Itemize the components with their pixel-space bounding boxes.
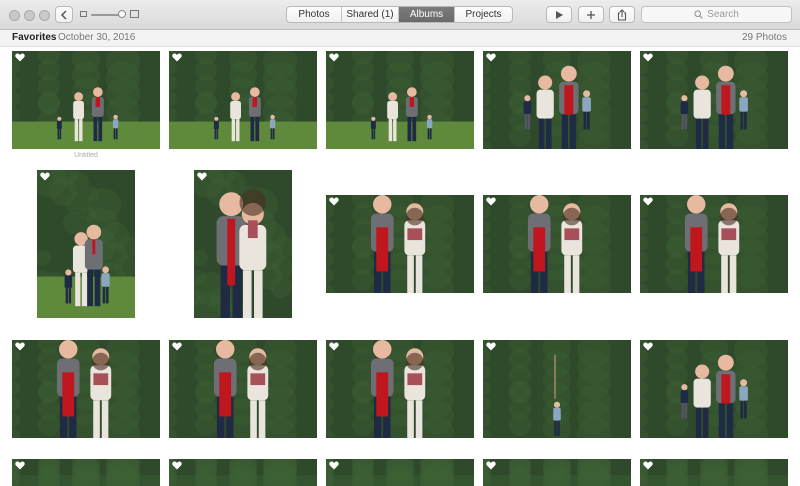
minimize-window-button[interactable] [24,10,35,21]
album-header: Favorites October 30, 2016 29 Photos [0,30,800,47]
heart-icon[interactable] [15,342,25,351]
photo-thumbnail[interactable] [194,170,292,318]
photo-thumbnail[interactable] [326,51,474,149]
search-icon [694,10,703,19]
heart-icon[interactable] [172,461,182,470]
album-title: Favorites [12,32,57,43]
photo-thumbnail[interactable] [12,459,160,486]
small-thumbnail-icon [80,11,87,17]
heart-icon[interactable] [329,53,339,62]
photo-image [37,170,135,318]
photo-image [326,51,474,149]
photo-thumbnail[interactable] [640,51,788,149]
heart-icon[interactable] [329,461,339,470]
photo-thumbnail[interactable] [640,340,788,438]
photo-thumbnail[interactable] [169,459,317,486]
back-button[interactable] [55,6,73,23]
photo-image [12,51,160,149]
share-icon [617,8,627,21]
photo-image [640,459,788,486]
photo-thumbnail[interactable] [12,340,160,438]
heart-icon[interactable] [486,342,496,351]
heart-icon[interactable] [643,197,653,206]
photo-thumbnail[interactable] [12,51,160,149]
heart-icon[interactable] [172,342,182,351]
photo-image [483,340,631,438]
heart-icon[interactable] [329,197,339,206]
search-placeholder: Search [707,9,739,20]
photo-thumbnail[interactable] [483,195,631,293]
heart-icon[interactable] [329,342,339,351]
photo-image [640,195,788,293]
slider-knob[interactable] [118,10,126,18]
chevron-left-icon [60,9,67,20]
zoom-slider[interactable] [80,8,140,22]
photo-image [326,195,474,293]
add-button[interactable] [578,6,604,23]
photo-thumbnail[interactable] [326,340,474,438]
close-window-button[interactable] [9,10,20,21]
tab-shared[interactable]: Shared (1) [342,7,399,22]
heart-icon[interactable] [643,461,653,470]
slideshow-button[interactable] [546,6,572,23]
plus-icon [587,10,595,19]
large-thumbnail-icon [130,10,139,18]
heart-icon[interactable] [172,53,182,62]
heart-icon[interactable] [15,53,25,62]
photo-image [640,340,788,438]
album-date: October 30, 2016 [58,32,136,43]
zoom-window-button[interactable] [39,10,50,21]
photo-image [169,459,317,486]
play-icon [555,10,563,19]
heart-icon[interactable] [197,172,207,181]
heart-icon[interactable] [643,53,653,62]
heart-icon[interactable] [40,172,50,181]
photo-thumbnail[interactable] [483,51,631,149]
tab-albums[interactable]: Albums [399,7,455,22]
heart-icon[interactable] [486,461,496,470]
photo-thumbnail[interactable] [640,195,788,293]
photo-image [483,51,631,149]
toolbar: Photos Shared (1) Albums Projects Search [0,0,800,30]
photo-image [12,459,160,486]
heart-icon[interactable] [486,197,496,206]
search-input[interactable]: Search [641,6,792,23]
photo-image [326,340,474,438]
photo-image [169,51,317,149]
share-button[interactable] [609,6,635,23]
photo-count: 29 Photos [741,32,787,43]
photo-image [12,340,160,438]
photo-thumbnail[interactable] [640,459,788,486]
heart-icon[interactable] [643,342,653,351]
photo-image [483,195,631,293]
photo-thumbnail[interactable] [483,340,631,438]
photo-thumbnail[interactable] [483,459,631,486]
photo-image [194,170,292,318]
heart-icon[interactable] [15,461,25,470]
tab-projects[interactable]: Projects [455,7,512,22]
photo-thumbnail[interactable] [37,170,135,318]
photo-image [483,459,631,486]
photo-image [169,340,317,438]
photo-image [640,51,788,149]
heart-icon[interactable] [486,53,496,62]
photo-thumbnail[interactable] [169,51,317,149]
photo-thumbnail[interactable] [326,459,474,486]
tab-photos[interactable]: Photos [287,7,342,22]
photo-caption: Untitled [74,152,98,159]
photo-image [326,459,474,486]
photo-thumbnail[interactable] [326,195,474,293]
photo-thumbnail[interactable] [169,340,317,438]
view-tabs: Photos Shared (1) Albums Projects [286,6,513,23]
